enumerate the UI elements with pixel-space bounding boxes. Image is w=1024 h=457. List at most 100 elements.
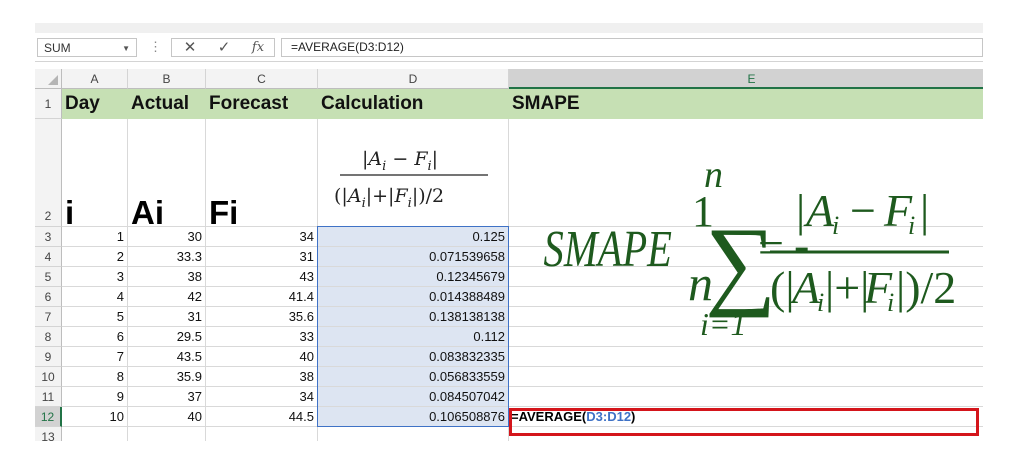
symbol-cell-c[interactable]: Fi [206,119,318,227]
cell-forecast[interactable]: 44.5 [206,407,318,427]
cell-calc[interactable]: 0.138138138 [318,307,509,327]
cell-actual[interactable]: 33.3 [128,247,206,267]
cell-forecast[interactable]: 33 [206,327,318,347]
cell-day[interactable]: 8 [62,367,128,387]
column-header-e[interactable]: E [509,69,983,89]
row-header-8[interactable]: 8 [35,327,62,347]
row-header-3[interactable]: 3 [35,227,62,247]
svg-text:(|Ai|+|Fi|)/2: (|Ai|+|Fi|)/2 [334,185,444,211]
cell-calc[interactable]: 0.125 [318,227,509,247]
header-cell-e[interactable]: SMAPE [509,89,983,119]
name-box[interactable]: SUM ▼ [37,38,137,57]
cell-row13-a[interactable] [62,427,128,441]
cell-forecast[interactable]: 34 [206,227,318,247]
row-header-11[interactable]: 11 [35,387,62,407]
row-header-4[interactable]: 4 [35,247,62,267]
symbol-cell-a[interactable]: i [62,119,128,227]
insert-function-button[interactable]: fx [244,39,272,56]
cell-day[interactable]: 7 [62,347,128,367]
symbol-cell-b[interactable]: Ai [128,119,206,227]
cell-actual[interactable]: 30 [128,227,206,247]
column-header-d[interactable]: D [318,69,509,89]
cell-actual[interactable]: 42 [128,287,206,307]
cell-calc[interactable]: 0.056833559 [318,367,509,387]
chevron-down-icon[interactable]: ▼ [122,39,130,58]
column-header-b[interactable]: B [128,69,206,89]
cell-e[interactable] [509,367,983,387]
header-cell-a[interactable]: Day [62,89,128,119]
cell-calc[interactable]: 0.084507042 [318,387,509,407]
cell-day[interactable]: 3 [62,267,128,287]
cell-day[interactable]: 1 [62,227,128,247]
cell-forecast[interactable]: 43 [206,267,318,287]
cell-day[interactable]: 6 [62,327,128,347]
svg-text:A: A [803,185,835,236]
svg-text:n: n [704,154,723,196]
row-header-13[interactable]: 13 [35,427,62,441]
cell-forecast[interactable]: 31 [206,247,318,267]
cell-calc[interactable]: 0.014388489 [318,287,509,307]
row-header-10[interactable]: 10 [35,367,62,387]
cell-e[interactable] [509,347,983,367]
cell-forecast[interactable]: 34 [206,387,318,407]
cell-calc[interactable]: 0.106508876 [318,407,509,427]
cell-row13-b[interactable] [128,427,206,441]
row-header-6[interactable]: 6 [35,287,62,307]
cell-calc[interactable]: 0.112 [318,327,509,347]
cell-calc[interactable]: 0.071539658 [318,247,509,267]
ribbon-edge [35,23,983,33]
drag-handle-icon[interactable]: ⋮ [149,39,162,55]
row-header-7[interactable]: 7 [35,307,62,327]
cell-day[interactable]: 9 [62,387,128,407]
row-header-2[interactable]: 2 [35,119,62,227]
select-all-corner[interactable] [35,69,62,89]
cell-actual[interactable]: 37 [128,387,206,407]
cell-actual[interactable]: 31 [128,307,206,327]
cell-forecast[interactable]: 41.4 [206,287,318,307]
svg-text:i: i [817,288,824,317]
column-header-a[interactable]: A [62,69,128,89]
svg-text:i: i [832,211,839,240]
formula-input[interactable]: =AVERAGE(D3:D12) [281,38,983,57]
cell-calc[interactable]: 0.12345679 [318,267,509,287]
cell-row13-c[interactable] [206,427,318,441]
row-header-12[interactable]: 12 [35,407,62,427]
header-cell-d[interactable]: Calculation [318,89,509,119]
header-cell-b[interactable]: Actual [128,89,206,119]
svg-text:(|: (| [770,262,795,313]
cell-actual[interactable]: 40 [128,407,206,427]
svg-text:|: | [920,185,929,236]
svg-text:i: i [887,288,894,317]
formula-bar: SUM ▼ ⋮ ✕ ✓ fx =AVERAGE(D3:D12) [35,33,983,62]
svg-text:i: i [908,211,915,240]
row-header-1[interactable]: 1 [35,89,62,119]
cell-actual[interactable]: 35.9 [128,367,206,387]
name-box-value: SUM [44,41,71,55]
cell-day[interactable]: 4 [62,287,128,307]
column-header-c[interactable]: C [206,69,318,89]
row-header-5[interactable]: 5 [35,267,62,287]
enter-button[interactable]: ✓ [210,39,238,56]
row-header-9[interactable]: 9 [35,347,62,367]
cell-forecast[interactable]: 38 [206,367,318,387]
calculation-formula: |Ai − Fi| (|Ai|+|Fi|)/2 [334,148,488,211]
cell-actual[interactable]: 43.5 [128,347,206,367]
svg-text:|)/2: |)/2 [896,262,956,313]
cell-actual[interactable]: 29.5 [128,327,206,347]
svg-text:SMAPE: SMAPE [544,220,672,278]
cancel-button[interactable]: ✕ [176,39,204,56]
cell-day[interactable]: 5 [62,307,128,327]
cell-calc[interactable]: 0.083832335 [318,347,509,367]
cell-e[interactable] [509,387,983,407]
cell-forecast[interactable]: 40 [206,347,318,367]
svg-text:|: | [796,185,805,236]
svg-text:|+|: |+| [825,262,869,313]
formula-buttons: ✕ ✓ fx [171,38,275,57]
svg-text:|Ai − Fi|: |Ai − Fi| [362,148,438,174]
cell-forecast[interactable]: 35.6 [206,307,318,327]
cell-day[interactable]: 2 [62,247,128,267]
cell-row13-d[interactable] [318,427,509,441]
cell-actual[interactable]: 38 [128,267,206,287]
cell-day[interactable]: 10 [62,407,128,427]
header-cell-c[interactable]: Forecast [206,89,318,119]
